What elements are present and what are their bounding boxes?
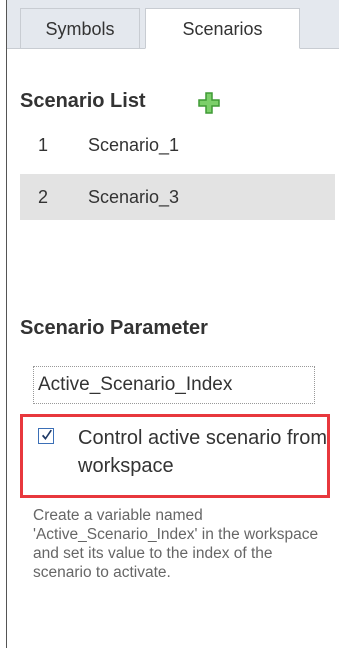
scenario-list-title: Scenario List	[20, 90, 146, 112]
scenario-parameter-field[interactable]: Active_Scenario_Index	[33, 366, 315, 404]
scenario-parameter-title: Scenario Parameter	[20, 317, 208, 339]
scenario-index: 2	[38, 187, 49, 207]
checkmark-icon	[42, 429, 52, 440]
scenario-list-item-selected[interactable]: 2 Scenario_3	[20, 174, 335, 220]
tab-symbols[interactable]: Symbols	[20, 8, 140, 48]
control-from-workspace-checkbox[interactable]	[38, 428, 54, 444]
plus-icon[interactable]	[198, 92, 220, 114]
checkbox-label[interactable]: Control active scenario from workspace	[78, 424, 328, 480]
help-text: Create a variable named 'Active_Scenario…	[33, 507, 319, 581]
panel-divider	[6, 0, 7, 648]
scenario-index: 1	[38, 135, 49, 155]
scenarios-panel: Symbols Scenarios Scenario List 1 Scenar…	[0, 0, 339, 648]
tab-strip: Symbols Scenarios	[7, 0, 339, 49]
scenario-name: Scenario_1	[88, 135, 180, 155]
tab-scenarios[interactable]: Scenarios	[145, 8, 300, 49]
scenario-list-item[interactable]: 1 Scenario_1	[20, 122, 335, 168]
scenario-name: Scenario_3	[88, 187, 180, 207]
